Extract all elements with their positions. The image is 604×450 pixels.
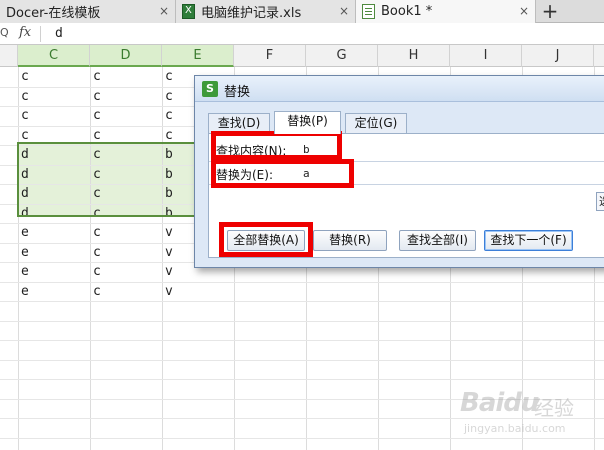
highlight-box	[219, 222, 313, 257]
table-cell[interactable]: c	[18, 67, 90, 86]
tab-label: Book1 *	[381, 4, 433, 19]
grid-row-line	[0, 379, 604, 380]
grid-row-line	[0, 301, 604, 302]
close-icon[interactable]: ×	[519, 4, 529, 18]
find-next-button[interactable]: 查找下一个(F)	[484, 230, 573, 251]
table-cell[interactable]: c	[90, 243, 162, 262]
tab-find[interactable]: 查找(D)	[208, 113, 270, 133]
column-header-d[interactable]: D	[90, 45, 162, 67]
find-input[interactable]: b	[297, 140, 604, 159]
highlight-box	[211, 159, 354, 188]
table-cell[interactable]: c	[18, 87, 90, 106]
corner-cell[interactable]	[0, 45, 18, 67]
table-cell[interactable]: v	[162, 282, 234, 301]
baidu-jingyan-watermark: Baidu 经验 jingyan.baidu.com	[460, 382, 600, 442]
table-cell[interactable]: c	[90, 106, 162, 125]
wps-logo-icon: S	[202, 81, 218, 97]
table-cell[interactable]: c	[90, 87, 162, 106]
table-cell[interactable]: c	[18, 106, 90, 125]
new-tab-button[interactable]: +	[536, 0, 564, 23]
watermark-cn: 经验	[534, 396, 574, 420]
column-header-g[interactable]: G	[306, 45, 378, 67]
divider	[40, 26, 41, 42]
tab-bar: Docer-在线模板 × 电脑维护记录.xls × Book1 * × +	[0, 0, 604, 23]
close-icon[interactable]: ×	[339, 4, 349, 18]
workbook-icon	[362, 4, 375, 19]
column-header-i[interactable]: I	[450, 45, 522, 67]
watermark-url: jingyan.baidu.com	[464, 422, 566, 435]
formula-bar: Q fx d	[0, 23, 604, 45]
tab-book1[interactable]: Book1 * ×	[356, 0, 536, 23]
spreadsheet-icon	[182, 4, 195, 19]
watermark-brand: Baidu	[460, 388, 539, 418]
highlight-box	[211, 131, 342, 160]
table-cell[interactable]: e	[18, 282, 90, 301]
grid-row-line	[0, 321, 604, 322]
tab-goto[interactable]: 定位(G)	[345, 113, 407, 133]
tab-maintenance-record[interactable]: 电脑维护记录.xls ×	[176, 0, 356, 23]
close-icon[interactable]: ×	[159, 4, 169, 18]
replace-button[interactable]: 替换(R)	[313, 230, 387, 251]
options-button[interactable]: 选	[596, 192, 604, 211]
tab-label: Docer-在线模板	[6, 6, 101, 21]
dialog-title: 替换	[224, 85, 251, 100]
table-cell[interactable]: c	[90, 223, 162, 242]
column-headers: C D E F G H I J	[0, 45, 604, 67]
grid-row-line	[0, 360, 604, 361]
tab-label: 电脑维护记录.xls	[201, 6, 302, 21]
tab-replace[interactable]: 替换(P)	[274, 111, 341, 134]
fx-icon[interactable]: fx	[19, 25, 31, 40]
table-cell[interactable]: c	[90, 282, 162, 301]
column-header-e[interactable]: E	[162, 45, 234, 67]
column-header-f[interactable]: F	[234, 45, 306, 67]
table-cell[interactable]: e	[18, 243, 90, 262]
table-cell[interactable]: e	[18, 262, 90, 281]
table-cell[interactable]: e	[18, 223, 90, 242]
column-header-c[interactable]: C	[18, 45, 90, 67]
formula-input[interactable]: d	[55, 26, 63, 41]
column-header-h[interactable]: H	[378, 45, 450, 67]
dialog-title-bar[interactable]: S 替换	[195, 76, 604, 102]
table-cell[interactable]: c	[90, 67, 162, 86]
tab-docer[interactable]: Docer-在线模板 ×	[0, 0, 176, 23]
table-cell[interactable]: c	[90, 262, 162, 281]
grid-row-line	[0, 340, 604, 341]
column-header-j[interactable]: J	[522, 45, 594, 67]
find-all-button[interactable]: 查找全部(I)	[399, 230, 476, 251]
zoom-icon[interactable]: Q	[0, 26, 9, 39]
replace-dialog: S 替换 查找(D) 替换(P) 定位(G) 查找内容(N): b 替换为(E)…	[194, 75, 604, 268]
